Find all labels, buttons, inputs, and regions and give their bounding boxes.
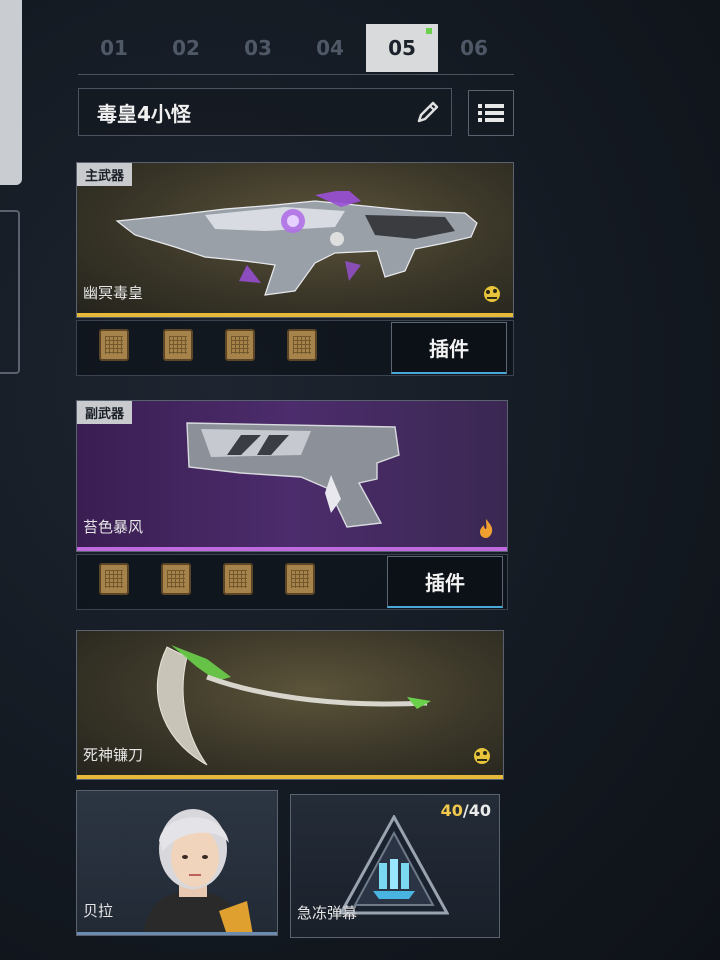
loadout-name-field[interactable]: 毒皇4小怪 xyxy=(78,88,452,136)
rarity-bar xyxy=(77,775,503,779)
card-bottom-bar xyxy=(77,932,277,935)
side-panel-frame xyxy=(0,210,20,374)
attachment-slot[interactable] xyxy=(225,329,255,361)
attachment-slot[interactable] xyxy=(285,563,315,595)
new-indicator-dot xyxy=(426,28,432,34)
attachment-slot[interactable] xyxy=(287,329,317,361)
primary-weapon-name: 幽冥毒皇 xyxy=(83,284,144,302)
list-icon xyxy=(478,104,504,122)
primary-plugin-button[interactable]: 插件 xyxy=(391,322,507,374)
tab-03[interactable]: 03 xyxy=(222,24,294,72)
loadout-tabs: 01 02 03 04 05 06 xyxy=(78,24,514,75)
tab-04[interactable]: 04 xyxy=(294,24,366,72)
secondary-weapon-tag: 副武器 xyxy=(77,401,133,424)
skill-card[interactable]: 40/40 急冻弹幕 xyxy=(290,794,500,938)
tab-label: 03 xyxy=(244,36,272,60)
tab-label: 01 xyxy=(100,36,128,60)
tab-label: 04 xyxy=(316,36,344,60)
character-card[interactable]: 贝拉 xyxy=(76,790,278,936)
character-portrait xyxy=(143,809,253,935)
secondary-attachment-row: 插件 xyxy=(76,554,508,610)
freeze-barrage-icon xyxy=(339,815,449,915)
attachment-slot[interactable] xyxy=(99,329,129,361)
secondary-weapon-card[interactable]: 副武器 苔色暴风 xyxy=(76,400,508,552)
rarity-bar xyxy=(77,547,507,551)
loadout-name-text: 毒皇4小怪 xyxy=(97,101,191,126)
tab-05[interactable]: 05 xyxy=(366,24,438,72)
plugin-label: 插件 xyxy=(425,571,465,595)
attachment-slot[interactable] xyxy=(163,329,193,361)
toxic-rarity-icon xyxy=(484,286,500,302)
side-panel-edge xyxy=(0,0,22,185)
primary-weapon-tag: 主武器 xyxy=(77,163,133,186)
attachment-slot[interactable] xyxy=(99,563,129,595)
rifle-image xyxy=(115,191,478,296)
primary-weapon-card[interactable]: 主武器 幽冥毒皇 xyxy=(76,162,514,318)
rarity-bar xyxy=(77,313,513,317)
tab-02[interactable]: 02 xyxy=(150,24,222,72)
list-menu-button[interactable] xyxy=(468,90,514,136)
tab-label: 06 xyxy=(460,36,488,60)
tab-label: 05 xyxy=(388,36,416,60)
scythe-image xyxy=(156,645,431,766)
attachment-slot[interactable] xyxy=(223,563,253,595)
toxic-rarity-icon xyxy=(474,748,490,764)
flame-rarity-icon xyxy=(480,519,493,538)
pencil-icon[interactable] xyxy=(409,93,447,131)
attachment-slot[interactable] xyxy=(161,563,191,595)
primary-attachment-row: 插件 xyxy=(76,320,514,376)
tab-label: 02 xyxy=(172,36,200,60)
tab-01[interactable]: 01 xyxy=(78,24,150,72)
tab-06[interactable]: 06 xyxy=(438,24,510,72)
plugin-label: 插件 xyxy=(429,337,469,361)
character-name: 贝拉 xyxy=(83,902,114,920)
secondary-plugin-button[interactable]: 插件 xyxy=(387,556,503,608)
secondary-weapon-name: 苔色暴风 xyxy=(83,518,144,536)
melee-weapon-card[interactable]: 死神镰刀 xyxy=(76,630,504,780)
pistol-image xyxy=(186,422,400,528)
melee-weapon-name: 死神镰刀 xyxy=(83,746,144,764)
skill-name: 急冻弹幕 xyxy=(297,904,358,922)
